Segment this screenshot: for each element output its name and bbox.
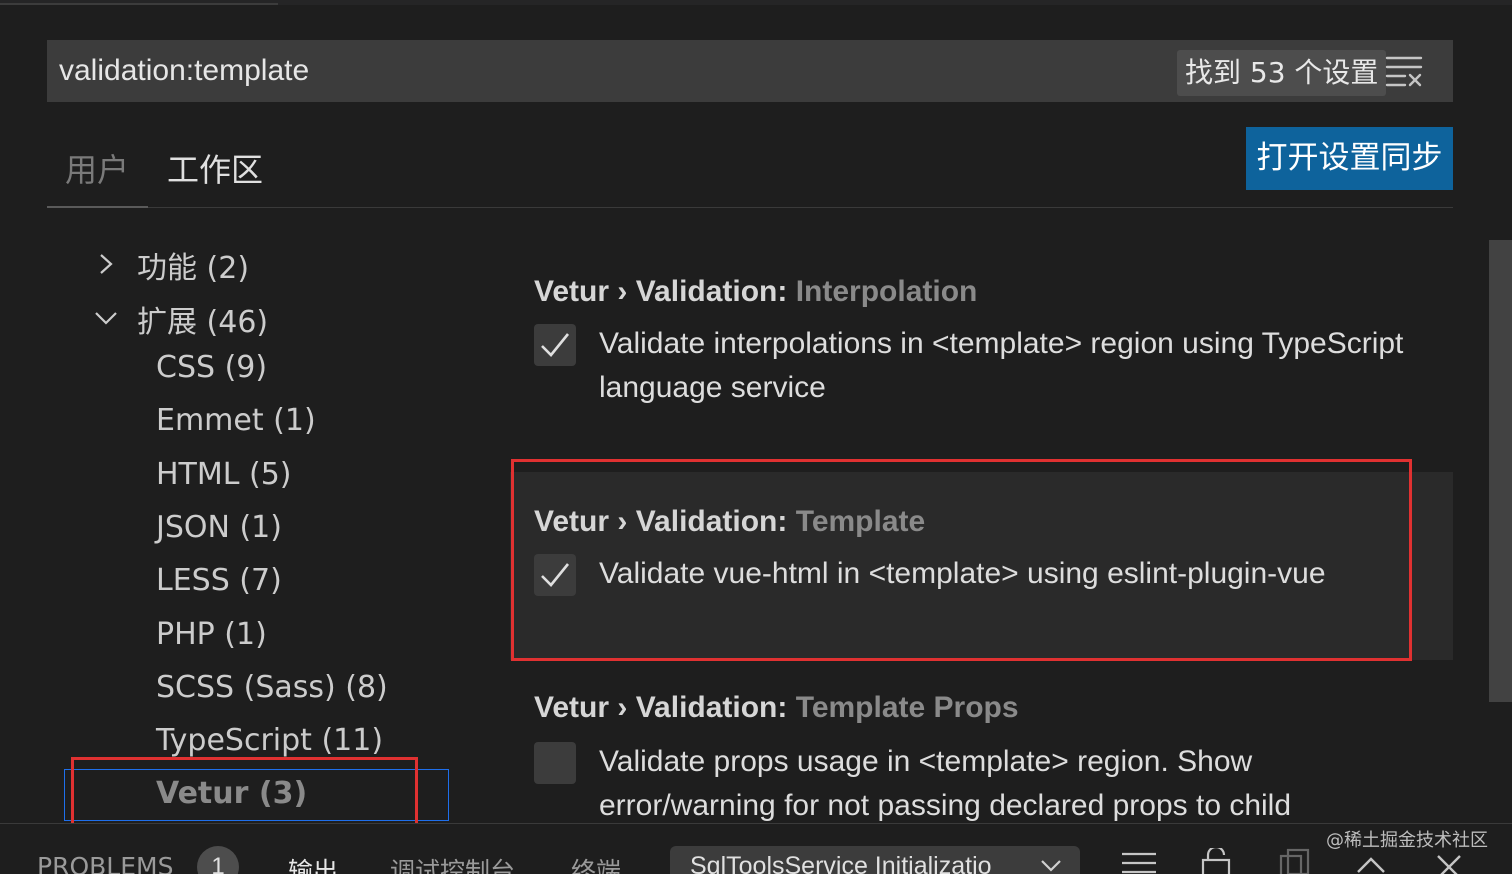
output-channel-select[interactable]: SqlToolsService Initializatio bbox=[670, 846, 1080, 874]
toc-item-features[interactable]: 功能 (2) bbox=[100, 243, 250, 287]
highlight-box-setting bbox=[511, 459, 1412, 661]
problems-count-badge: 1 bbox=[197, 846, 239, 874]
panel-tab-terminal[interactable]: 终端 bbox=[571, 852, 621, 874]
search-result-count: 找到 53 个设置 bbox=[1177, 50, 1387, 96]
toc-item-css[interactable]: CSS (9) bbox=[156, 350, 267, 385]
active-editor-tab-indicator bbox=[0, 3, 278, 5]
tab-user[interactable]: 用户 bbox=[65, 145, 129, 191]
close-icon[interactable] bbox=[1436, 854, 1462, 874]
panel-tab-problems[interactable]: PROBLEMS bbox=[37, 852, 173, 874]
toc-item-php[interactable]: PHP (1) bbox=[156, 617, 267, 652]
settings-search-box: 找到 53 个设置 bbox=[47, 40, 1453, 102]
toc-item-html[interactable]: HTML (5) bbox=[156, 457, 292, 492]
settings-scrollbar[interactable] bbox=[1489, 240, 1512, 702]
setting-description: Validate props usage in <template> regio… bbox=[599, 745, 1292, 822]
toc-item-label: 功能 (2) bbox=[137, 251, 250, 286]
watermark: @稀土掘金技术社区 bbox=[1326, 830, 1488, 851]
chevron-up-icon[interactable] bbox=[1356, 856, 1386, 874]
chevron-down-icon bbox=[1041, 860, 1061, 872]
setting-key: Template Props bbox=[795, 691, 1019, 724]
toc-item-label: 扩展 (46) bbox=[137, 305, 269, 340]
toc-item-json[interactable]: JSON (1) bbox=[156, 510, 282, 545]
word-wrap-icon[interactable] bbox=[1122, 850, 1156, 874]
setting-category: Vetur › Validation: bbox=[534, 275, 796, 308]
tab-workspace[interactable]: 工作区 bbox=[167, 145, 263, 191]
clear-filter-icon[interactable] bbox=[1385, 54, 1425, 88]
setting-vetur-validation-template-props: Vetur › Validation: Template Props Valid… bbox=[510, 680, 1453, 823]
toc-item-extensions[interactable]: 扩展 (46) bbox=[95, 297, 269, 341]
setting-title: Vetur › Validation: Template Props bbox=[534, 691, 1019, 725]
open-settings-sync-button[interactable]: 打开设置同步 bbox=[1246, 127, 1453, 190]
chevron-down-icon bbox=[95, 312, 117, 325]
setting-title: Vetur › Validation: Interpolation bbox=[534, 275, 977, 309]
toc-item-less[interactable]: LESS (7) bbox=[156, 563, 282, 598]
panel-tab-output[interactable]: 输出 bbox=[288, 852, 338, 874]
toc-item-scss[interactable]: SCSS (Sass) (8) bbox=[156, 670, 388, 705]
interpolation-checkbox[interactable] bbox=[534, 324, 576, 366]
template-props-checkbox[interactable] bbox=[534, 742, 576, 784]
checkmark-icon bbox=[541, 333, 570, 357]
bottom-panel: PROBLEMS 1 输出 调试控制台 终端 SqlToolsService I… bbox=[0, 823, 1512, 874]
output-channel-label: SqlToolsService Initializatio bbox=[690, 852, 992, 874]
active-tab-underline bbox=[47, 206, 148, 208]
settings-search-input[interactable] bbox=[59, 40, 1159, 102]
copy-icon[interactable] bbox=[1278, 848, 1312, 874]
setting-category: Vetur › Validation: bbox=[534, 691, 796, 724]
settings-scope-tabs: 用户 工作区 bbox=[47, 125, 1453, 208]
toc-item-emmet[interactable]: Emmet (1) bbox=[156, 403, 316, 438]
setting-description: Validate interpolations in <template> re… bbox=[599, 327, 1404, 404]
chevron-right-icon bbox=[100, 254, 113, 274]
setting-vetur-validation-interpolation: Vetur › Validation: Interpolation Valida… bbox=[510, 260, 1453, 440]
highlight-box-toc bbox=[71, 757, 418, 828]
panel-tab-debug-console[interactable]: 调试控制台 bbox=[390, 852, 515, 874]
lock-open-icon[interactable] bbox=[1200, 848, 1232, 874]
setting-key: Interpolation bbox=[795, 275, 978, 308]
editor-tab-strip bbox=[0, 0, 1512, 5]
toc-item-typescript[interactable]: TypeScript (11) bbox=[156, 723, 383, 758]
